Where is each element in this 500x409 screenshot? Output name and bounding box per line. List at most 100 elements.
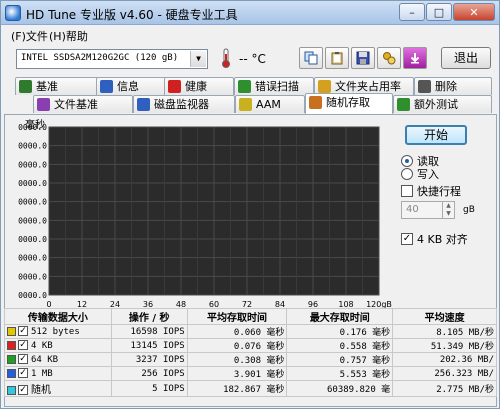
save-button[interactable] [351,47,375,69]
access-time-chart: 0000.0 0000.0 0000.0 0000.0 0000.0 0000.0 0000… [18,123,392,309]
y-tick-label: 0000.0 [18,235,47,244]
row-checkbox[interactable]: ✓ [18,368,28,378]
max-cell: 0.558 毫秒 [286,338,394,353]
spin-up-icon[interactable]: ▲ [442,202,454,210]
drive-select[interactable]: INTEL SSDSA2M120G2GC (120 gB) ▼ [16,49,208,69]
tab-label: 文件基准 [54,98,98,111]
speed-cell: 51.349 MB/秒 [392,338,497,353]
exit-button[interactable]: 退出 [441,47,491,69]
y-tick-label: 0000.0 [18,198,47,207]
row-checkbox[interactable]: ✓ [18,340,28,350]
read-radio[interactable] [401,155,413,167]
clipboard-icon [331,52,343,65]
toolbar: INTEL SSDSA2M120G2GC (120 gB) ▼ -- °C 退出 [1,45,499,73]
max-cell: 0.757 毫秒 [286,352,394,367]
ops-cell: 256 IOPS [110,366,188,381]
size-cell[interactable]: ✓ 4 KB [4,338,112,353]
size-label: 512 bytes [31,327,80,337]
size-cell[interactable]: ✓ 64 KB [4,352,112,367]
tab-health[interactable]: 健康 [164,77,234,95]
size-label: 1 MB [31,369,53,379]
avg-cell: 0.076 毫秒 [186,338,288,353]
temperature-value: -- °C [239,52,266,66]
row-checkbox[interactable]: ✓ [18,354,28,364]
file-benchmark-icon [37,98,50,111]
copy-icon [304,51,318,65]
error-scan-icon [238,80,251,93]
row-checkbox[interactable]: ✓ [18,385,28,395]
table-row: ✓ 随机 5 IOPS 182.867 毫秒 60389.820 毫 2.775 … [4,380,497,397]
tab-label: 信息 [117,80,139,93]
app-icon [5,5,21,21]
download-icon [410,53,420,64]
menu-file[interactable]: (F)文件 [11,28,48,44]
short-stroke-checkbox[interactable] [401,185,413,197]
size-cell[interactable]: ✓ 随机 [4,380,112,397]
table-row: ✓ 64 KB 3237 IOPS 0.308 毫秒 0.757 毫秒 202.3… [4,352,497,367]
tab-aam[interactable]: AAM [235,95,305,113]
y-tick-label: 0000.0 [18,142,47,151]
avg-cell: 182.867 毫秒 [186,380,288,397]
row-checkbox[interactable]: ✓ [18,326,28,336]
ops-cell: 13145 IOPS [110,338,188,353]
size-label: 随机 [31,385,51,396]
avg-cell: 3.901 毫秒 [186,366,288,381]
max-cell: 60389.820 毫 [286,380,394,397]
write-label: 写入 [417,168,439,181]
app-window: HD Tune 专业版 v4.60 - 硬盘专业工具 – □ ✕ (F)文件 (… [0,0,500,409]
speaker-icon [239,98,252,111]
size-label: 64 KB [31,355,59,365]
max-cell: 5.553 毫秒 [286,366,394,381]
table-row: ✓ 1 MB 256 IOPS 3.901 毫秒 5.553 毫秒 256.323… [4,366,497,381]
y-tick-label: 0000.0 [18,160,47,169]
delete-icon [418,80,431,93]
tab-label: 基准 [36,80,58,93]
col-max-access: 最大存取时间 [286,308,394,325]
avg-cell: 0.308 毫秒 [186,352,288,367]
chevron-down-icon[interactable]: ▼ [190,51,206,67]
health-icon [168,80,181,93]
ops-cell: 3237 IOPS [110,352,188,367]
thermometer-icon [222,48,230,68]
download-button[interactable] [403,47,427,69]
tab-file-benchmark[interactable]: 文件基准 [33,95,133,113]
menu-help[interactable]: (H)帮助 [49,28,88,44]
legend-swatch [7,340,16,350]
size-cell[interactable]: ✓ 512 bytes [4,324,112,339]
size-cell[interactable]: ✓ 1 MB [4,366,112,381]
maximize-button[interactable]: □ [426,3,452,21]
options-button[interactable] [377,47,401,69]
close-button[interactable]: ✕ [453,3,495,21]
table-row: ✓ 512 bytes 16598 IOPS 0.060 毫秒 0.176 毫秒 … [4,324,497,339]
y-tick-label: 0000.0 [18,216,47,225]
tab-label: AAM [256,98,281,111]
legend-swatch [7,326,16,336]
tab-disk-monitor[interactable]: 磁盘监视器 [133,95,235,113]
ops-cell: 5 IOPS [110,380,188,397]
short-stroke-input[interactable]: 40 ▲ ▼ [401,201,455,219]
tab-label: 文件夹占用率 [335,80,401,93]
tab-random-access[interactable]: 随机存取 [305,93,393,114]
y-tick-label: 0000.0 [18,272,47,281]
clipboard-button[interactable] [325,47,349,69]
tab-strip: 基准 信息 健康 错误扫描 文件夹占用率 删除 文件基准 磁盘监视器 AAM 随… [1,75,499,115]
max-cell: 0.176 毫秒 [286,324,394,339]
start-button[interactable]: 开始 [405,125,467,145]
y-tick-label: 0000.0 [18,123,47,132]
folder-icon [318,80,331,93]
info-icon [100,80,113,93]
tab-error-scan[interactable]: 错误扫描 [234,77,314,95]
copy-button[interactable] [299,47,323,69]
align-4kb-label: 4 KB 对齐 [417,233,468,246]
title-bar[interactable]: HD Tune 专业版 v4.60 - 硬盘专业工具 – □ ✕ [1,1,499,25]
tab-delete[interactable]: 删除 [414,77,492,95]
align-4kb-checkbox[interactable]: ✓ [401,233,413,245]
spin-down-icon[interactable]: ▼ [442,210,454,218]
tab-label: 随机存取 [326,96,370,109]
results-table: 传输数据大小 操作 / 秒 平均存取时间 最大存取时间 平均速度 ✓ 512 by… [4,308,497,397]
tab-extra-tests[interactable]: 额外测试 [393,95,492,113]
options-icon [383,52,396,65]
minimize-button[interactable]: – [399,3,425,21]
size-label: 4 KB [31,341,53,351]
write-radio[interactable] [401,168,413,180]
